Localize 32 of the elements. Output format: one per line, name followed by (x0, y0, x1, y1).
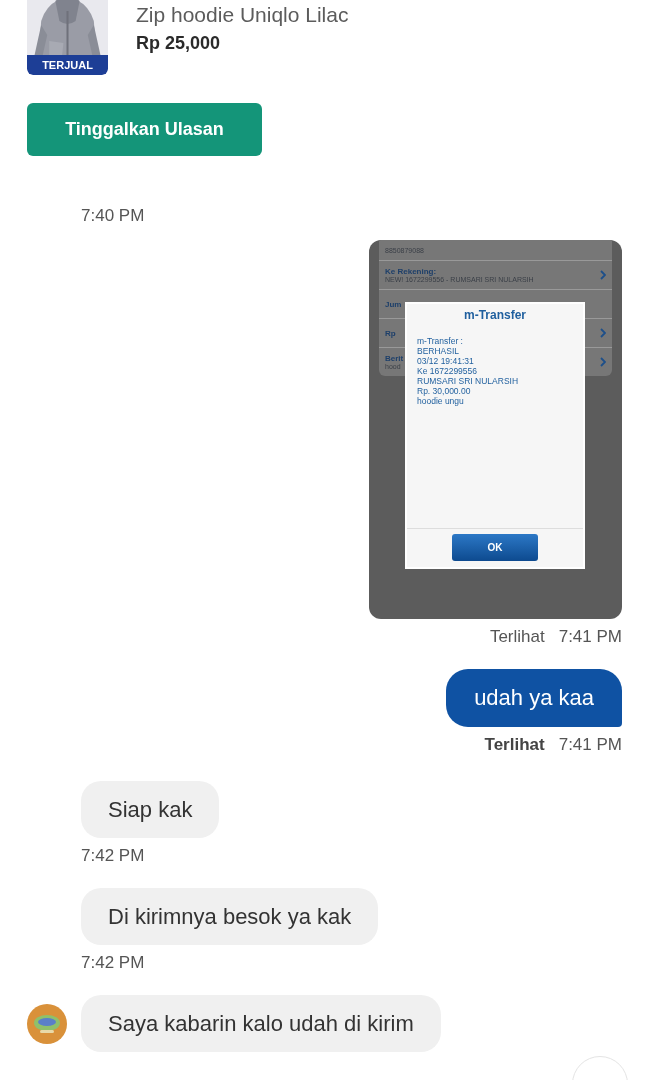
product-price: Rp 25,000 (136, 33, 222, 54)
read-status: Terlihat (489, 627, 545, 647)
sold-badge: TERJUAL (27, 55, 108, 75)
account-label: Rp (385, 328, 396, 338)
account-label: Ke Rekening: (385, 267, 438, 276)
message-time: 7:41 PM (558, 735, 622, 755)
receipt-line: RUMSARI SRI NULARSIH (417, 376, 520, 386)
receipt-line: Ke 1672299556 (417, 366, 479, 376)
receipt-line: m-Transfer : (417, 336, 464, 346)
receipt-line: 03/12 19:41:31 (417, 356, 475, 366)
receipt-line: hoodie ungu (417, 396, 465, 406)
product-title: Zip hoodie Uniqlo Lilac (136, 3, 349, 27)
chevron-icon (600, 357, 606, 367)
message-time: 7:42 PM (81, 846, 145, 865)
account-label: Berit (385, 354, 404, 363)
message-bubble: Di kirimnya besok ya kak (81, 888, 379, 945)
message-time: 7:41 PM (558, 627, 622, 647)
account-label: Jum (385, 299, 402, 309)
message-bubble: Siap kak (81, 781, 220, 838)
message-bubble: udah ya kaa (446, 669, 622, 727)
message-bubble: Saya kabarin kalo udah di kirim (81, 995, 441, 1052)
avatar-icon[interactable] (27, 1003, 67, 1044)
read-status: Terlihat (484, 735, 545, 755)
chevron-icon (600, 328, 606, 338)
message-time: 7:40 PM (81, 206, 145, 225)
dialog-title: m-Transfer (463, 307, 527, 322)
message-time: 7:42 PM (81, 953, 145, 972)
ok-button[interactable]: OK (452, 534, 538, 561)
chevron-icon (600, 270, 606, 280)
receipt-line: Rp. 30,000.00 (417, 386, 472, 396)
review-button[interactable]: Tinggalkan Ulasan (27, 103, 262, 156)
receipt-line: BERHASIL (417, 346, 461, 356)
